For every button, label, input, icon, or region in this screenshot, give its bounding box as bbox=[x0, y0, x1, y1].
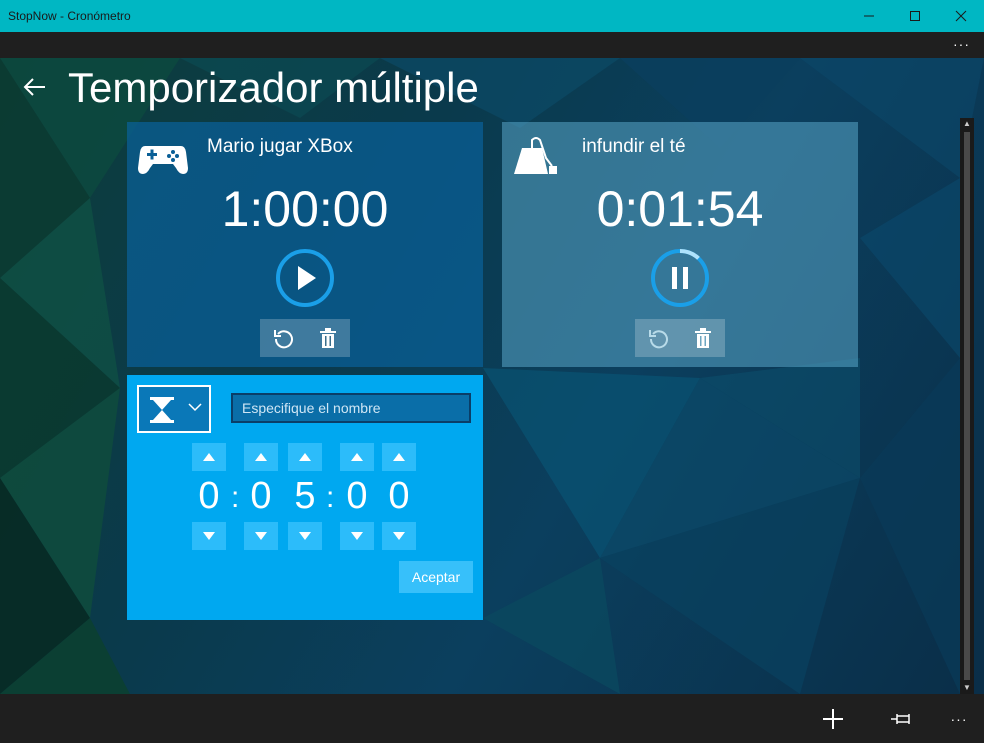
pause-button[interactable] bbox=[649, 247, 711, 309]
play-icon bbox=[276, 249, 334, 307]
pin-button[interactable] bbox=[886, 704, 916, 734]
minutes-ones-down-button[interactable] bbox=[288, 522, 322, 550]
scroll-down-icon[interactable]: ▼ bbox=[960, 682, 974, 694]
back-arrow-icon bbox=[23, 78, 45, 96]
minutes-tens-down-button[interactable] bbox=[244, 522, 278, 550]
bottom-app-bar: ··· bbox=[0, 694, 984, 743]
arrow-up-icon bbox=[299, 453, 311, 461]
scroll-up-icon[interactable]: ▲ bbox=[960, 118, 974, 130]
page-title: Temporizador múltiple bbox=[68, 64, 479, 111]
vertical-scrollbar[interactable]: ▲ ▼ bbox=[960, 118, 974, 694]
arrow-up-icon bbox=[351, 453, 363, 461]
seconds-tens-up-button[interactable] bbox=[340, 443, 374, 471]
timer-card: Mario jugar XBox 1:00:00 bbox=[127, 122, 483, 367]
arrow-down-icon bbox=[203, 532, 215, 540]
timer-time: 0:01:54 bbox=[596, 181, 764, 237]
minutes-tens-digit: 0 bbox=[250, 475, 272, 517]
hours-digit: 0 bbox=[198, 475, 220, 517]
minutes-ones-up-button[interactable] bbox=[288, 443, 322, 471]
seconds-ones-up-button[interactable] bbox=[382, 443, 416, 471]
timer-actions bbox=[635, 319, 725, 357]
pin-icon bbox=[891, 714, 910, 724]
timer-card: infundir el té 0:01:54 bbox=[502, 122, 858, 367]
timer-actions bbox=[260, 319, 350, 357]
accept-button[interactable]: Aceptar bbox=[399, 561, 473, 593]
minimize-button[interactable] bbox=[846, 0, 892, 32]
play-button[interactable] bbox=[274, 247, 336, 309]
close-icon bbox=[955, 10, 967, 22]
title-bar: StopNow - Cronómetro bbox=[0, 0, 984, 32]
delete-button[interactable] bbox=[305, 319, 350, 357]
arrow-up-icon bbox=[203, 453, 215, 461]
reset-icon bbox=[273, 330, 293, 349]
back-button[interactable] bbox=[20, 72, 50, 102]
hourglass-icon bbox=[150, 397, 174, 423]
progress-ring-arc bbox=[679, 249, 700, 260]
delete-button[interactable] bbox=[680, 319, 725, 357]
hours-up-button[interactable] bbox=[192, 443, 226, 471]
minutes-tens-up-button[interactable] bbox=[244, 443, 278, 471]
chevron-down-icon bbox=[188, 403, 202, 412]
seconds-tens-digit: 0 bbox=[346, 475, 368, 517]
arrow-up-icon bbox=[393, 453, 405, 461]
appbar-more-button[interactable]: ··· bbox=[944, 704, 974, 734]
maximize-icon bbox=[910, 11, 920, 21]
seconds-tens-down-button[interactable] bbox=[340, 522, 374, 550]
top-command-bar: ··· bbox=[0, 32, 984, 58]
gamepad-icon bbox=[138, 146, 188, 174]
trash-icon bbox=[694, 328, 711, 348]
minutes-ones-digit: 5 bbox=[294, 475, 316, 517]
seconds-ones-digit: 0 bbox=[388, 475, 410, 517]
top-more-button[interactable]: ··· bbox=[953, 36, 970, 52]
icon-selector-dropdown[interactable] bbox=[137, 385, 211, 433]
arrow-down-icon bbox=[255, 532, 267, 540]
timer-name: infundir el té bbox=[582, 136, 686, 157]
arrow-down-icon bbox=[393, 532, 405, 540]
timer-name: Mario jugar XBox bbox=[207, 136, 353, 157]
reset-icon bbox=[648, 330, 668, 349]
maximize-button[interactable] bbox=[892, 0, 938, 32]
add-timer-button[interactable] bbox=[818, 704, 848, 734]
hours-down-button[interactable] bbox=[192, 522, 226, 550]
teabag-icon bbox=[514, 137, 557, 174]
pause-icon bbox=[651, 249, 709, 307]
timer-name-input[interactable] bbox=[231, 393, 471, 423]
time-separator: : bbox=[231, 481, 240, 514]
plus-icon bbox=[823, 709, 843, 729]
reset-button[interactable] bbox=[635, 319, 680, 357]
scroll-thumb[interactable] bbox=[964, 132, 970, 680]
arrow-down-icon bbox=[351, 532, 363, 540]
trash-icon bbox=[319, 328, 336, 348]
new-timer-panel: 0 : 0 5 : 0 0 Aceptar bbox=[127, 375, 483, 620]
reset-button[interactable] bbox=[260, 319, 305, 357]
window-title: StopNow - Cronómetro bbox=[8, 9, 131, 23]
time-separator: : bbox=[326, 481, 335, 514]
close-button[interactable] bbox=[938, 0, 984, 32]
minimize-icon bbox=[864, 15, 874, 17]
arrow-up-icon bbox=[255, 453, 267, 461]
timer-time: 1:00:00 bbox=[221, 181, 389, 237]
seconds-ones-down-button[interactable] bbox=[382, 522, 416, 550]
arrow-down-icon bbox=[299, 532, 311, 540]
